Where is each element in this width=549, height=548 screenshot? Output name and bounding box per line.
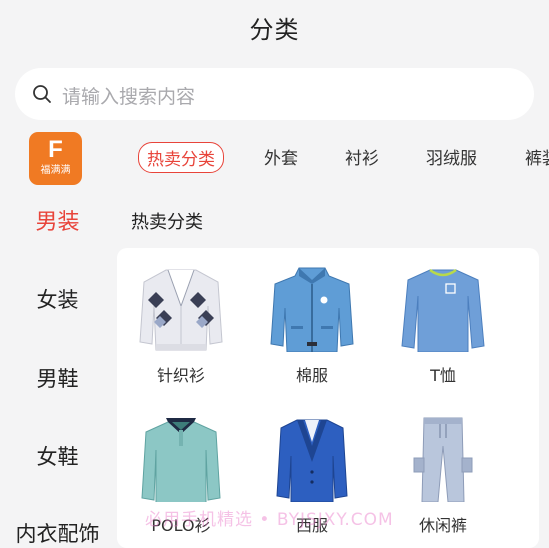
polo-shirt-image xyxy=(141,418,221,502)
product-item-knitwear[interactable]: 针织衫 xyxy=(121,266,241,386)
sidebar-item-womens-shoes[interactable]: 女鞋 xyxy=(0,441,115,471)
product-label-padded-jacket: 棉服 xyxy=(295,366,328,385)
padded-jacket-image xyxy=(270,267,354,352)
product-item-casual-pants[interactable]: 休闲裤 xyxy=(383,416,503,536)
sidebar-item-menswear[interactable]: 男装 xyxy=(0,204,115,236)
search-icon xyxy=(33,85,51,103)
long-sleeve-tee-image xyxy=(401,268,485,352)
sidebar-item-womenswear[interactable]: 女装 xyxy=(0,284,115,314)
tab-outerwear[interactable]: 外套 xyxy=(264,144,298,169)
search-input[interactable]: 请输入搜索内容 xyxy=(62,82,195,109)
tab-shirts[interactable]: 衬衫 xyxy=(345,144,379,169)
tab-hot-categories[interactable]: 热卖分类 xyxy=(138,142,224,173)
sidebar-item-underwear-accessories[interactable]: 内衣配饰 xyxy=(0,518,115,548)
brand-logo: F 福满满 xyxy=(29,132,82,185)
watermark-text: 必用手机精选 • BYJSJXY.COM xyxy=(145,510,394,530)
product-label-knitwear: 针织衫 xyxy=(156,366,205,385)
product-label-tshirt: T恤 xyxy=(430,366,456,385)
tab-down-jackets[interactable]: 羽绒服 xyxy=(426,144,477,169)
brand-logo-letter: F xyxy=(48,136,63,163)
product-item-padded-jacket[interactable]: 棉服 xyxy=(252,266,372,386)
tab-pants[interactable]: 裤装 xyxy=(525,144,549,169)
brand-logo-text: 福满满 xyxy=(40,165,71,176)
product-item-tshirt[interactable]: T恤 xyxy=(383,266,503,386)
casual-pants-image xyxy=(413,417,473,502)
sidebar-item-mens-shoes[interactable]: 男鞋 xyxy=(0,363,115,393)
product-grid: 针织衫 棉服 T恤 POLO衫 西服 休闲裤 xyxy=(117,248,539,548)
section-title: 热卖分类 xyxy=(131,212,203,233)
suit-blazer-image xyxy=(276,419,348,502)
subcategory-tabs: 热卖分类 外套 衬衫 羽绒服 裤装 xyxy=(115,140,549,176)
search-bar[interactable]: 请输入搜索内容 xyxy=(15,68,534,120)
page-title: 分类 xyxy=(249,16,300,44)
knit-cardigan-image xyxy=(139,269,223,351)
product-label-casual-pants: 休闲裤 xyxy=(418,516,467,535)
